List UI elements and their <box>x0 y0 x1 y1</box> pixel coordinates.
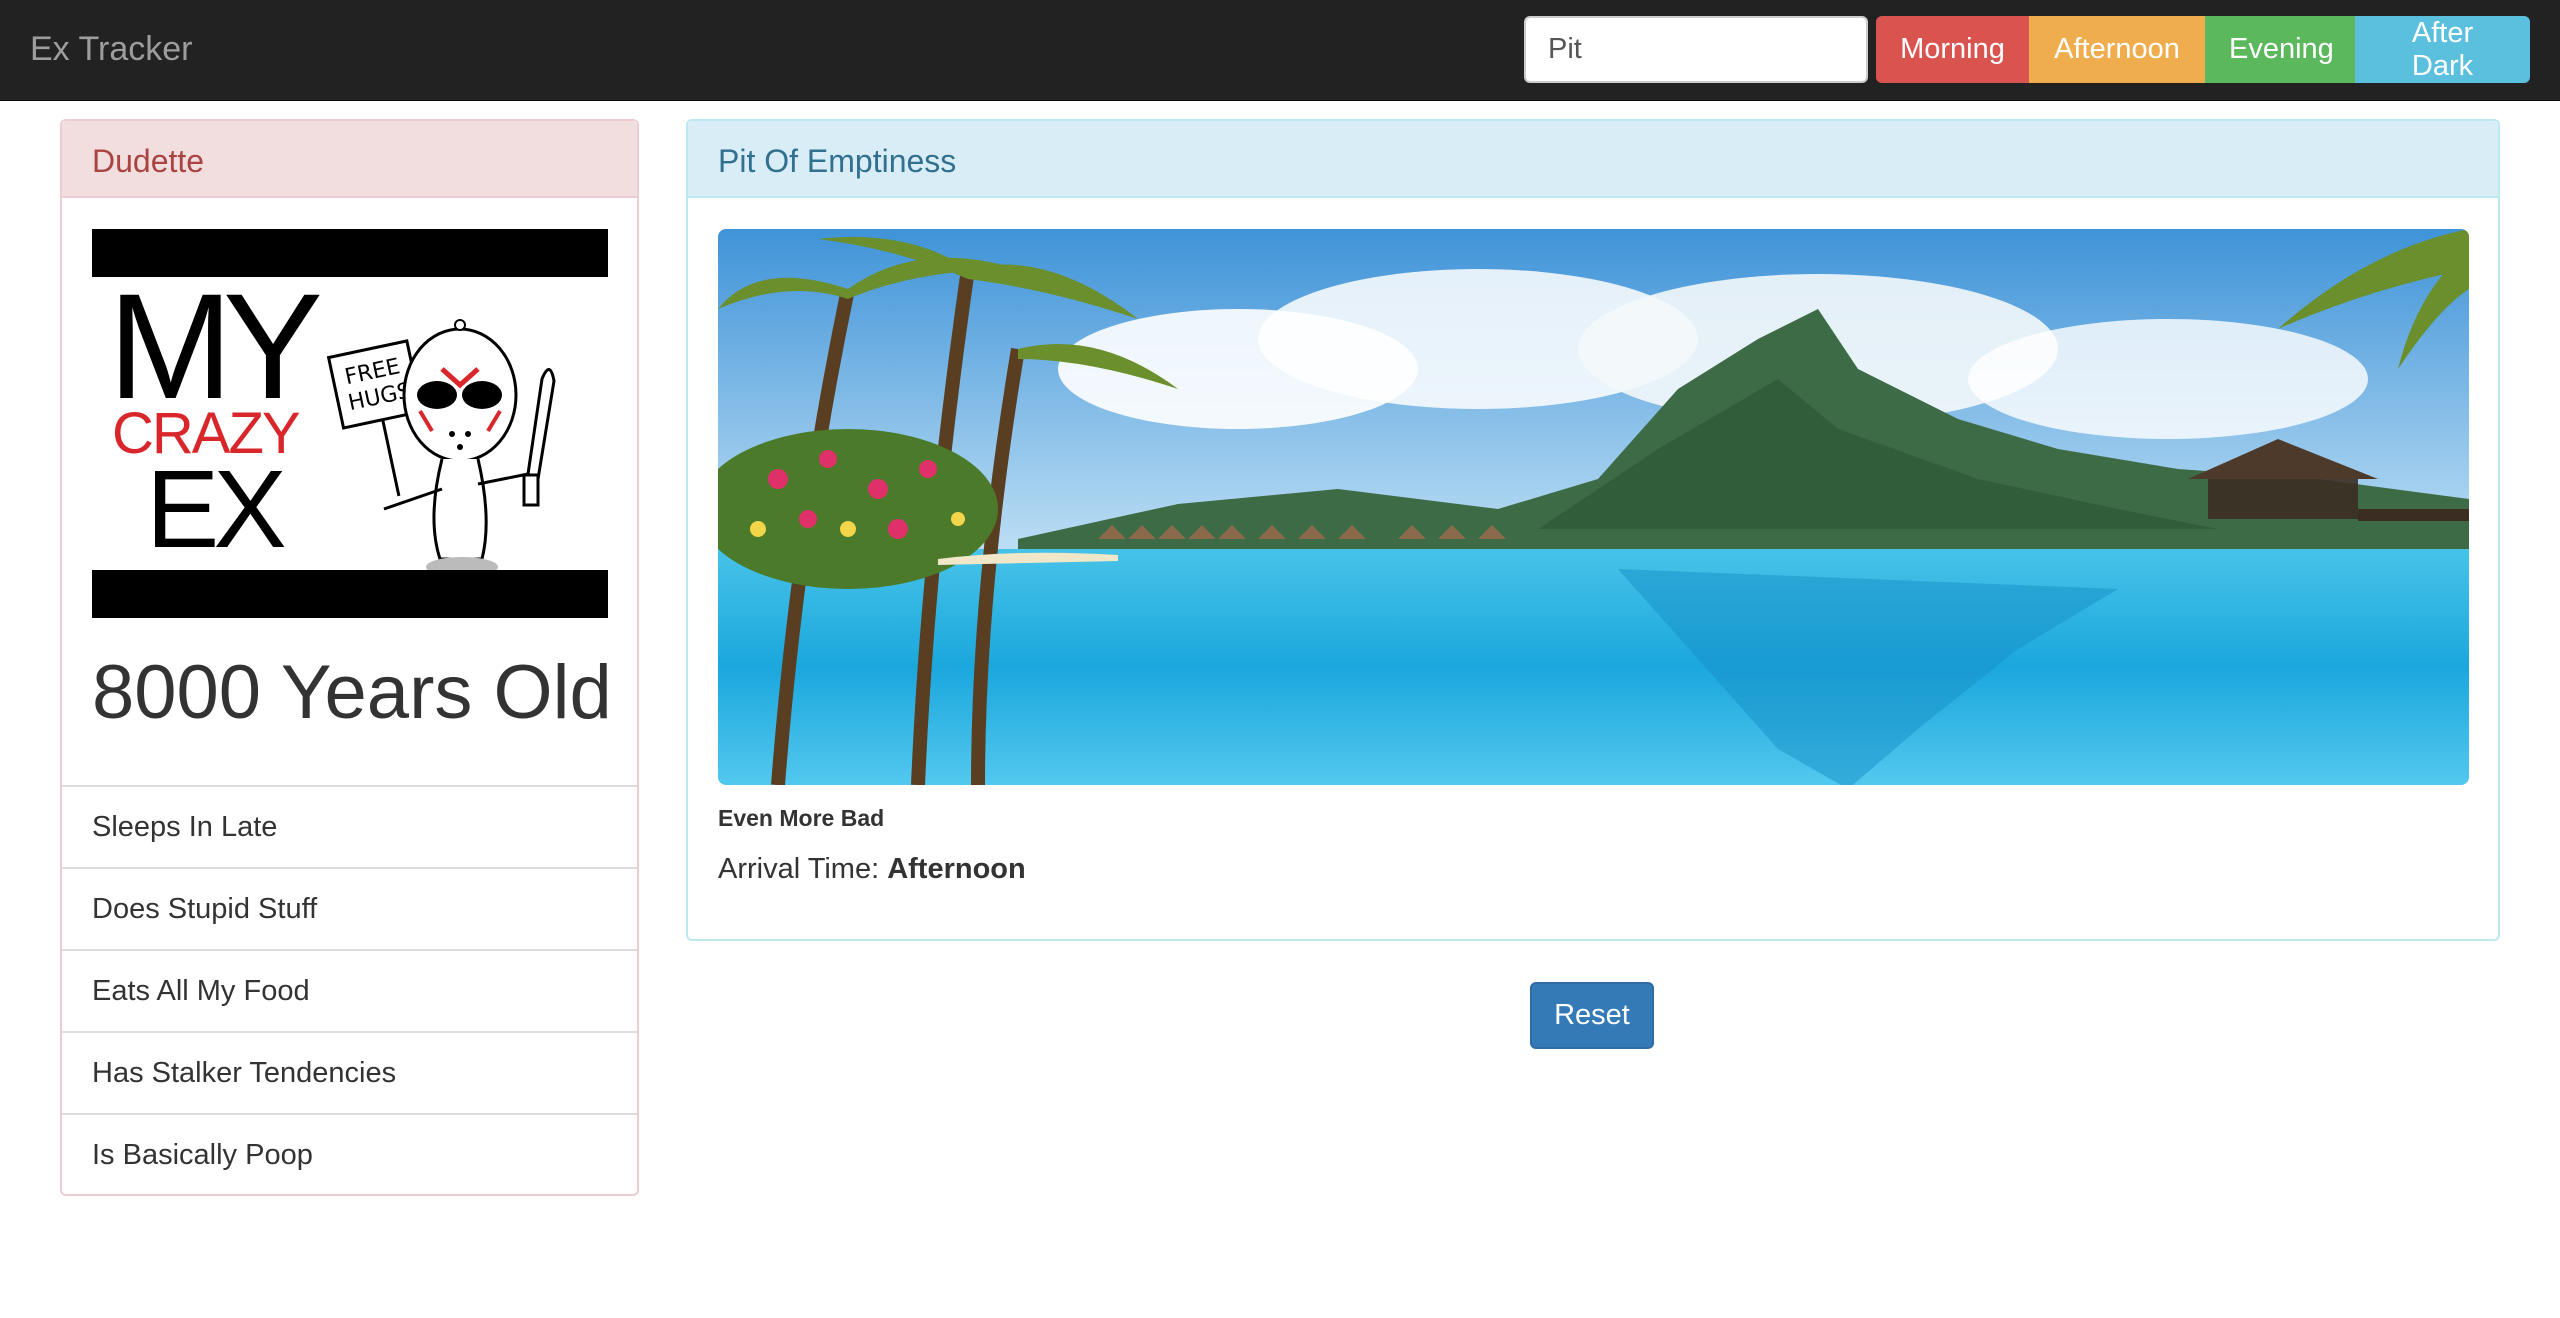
afternoon-button[interactable]: Afternoon <box>2029 16 2205 83</box>
tropical-pool-image <box>718 229 2469 785</box>
search-input[interactable] <box>1524 16 1868 83</box>
list-item: Does Stupid Stuff <box>62 867 637 949</box>
list-item: Sleeps In Late <box>62 785 637 867</box>
list-item: Is Basically Poop <box>62 1113 637 1195</box>
profile-name: Dudette <box>62 121 637 198</box>
my-crazy-ex-logo: MY CRAZY EX FREE HUGS <box>92 229 608 618</box>
list-item: Eats All My Food <box>62 949 637 1031</box>
arrival-label: Arrival Time: <box>718 853 880 885</box>
location-photo <box>718 229 2469 785</box>
arrival-value: Afternoon <box>887 853 1026 885</box>
profile-panel: Dudette MY CRAZY EX FREE HUGS 8000 Years… <box>60 119 639 1196</box>
hockey-mask-figure-icon: FREE HUGS <box>326 319 556 577</box>
after-dark-button[interactable]: After Dark <box>2355 16 2530 83</box>
logo-bar-bottom <box>92 570 608 618</box>
list-item: Has Stalker Tendencies <box>62 1031 637 1113</box>
location-panel: Pit Of Emptiness Even More Bad Arrival T… <box>686 119 2500 941</box>
location-caption: Even More Bad <box>718 805 885 831</box>
location-title: Pit Of Emptiness <box>688 121 2498 198</box>
navbar: Ex Tracker Morning Afternoon Evening Aft… <box>0 0 2560 101</box>
logo-text-my: MY <box>108 262 323 430</box>
logo-text-ex: EX <box>146 448 287 571</box>
morning-button[interactable]: Morning <box>1876 16 2029 83</box>
brand-title[interactable]: Ex Tracker <box>30 26 192 72</box>
arrival-time: Arrival Time: Afternoon <box>718 853 1026 886</box>
time-filter-group: Morning Afternoon Evening After Dark <box>1876 16 2530 83</box>
reset-button[interactable]: Reset <box>1530 982 1654 1049</box>
traits-list: Sleeps In Late Does Stupid Stuff Eats Al… <box>62 785 637 1195</box>
profile-age: 8000 Years Old <box>92 650 612 735</box>
evening-button[interactable]: Evening <box>2205 16 2355 83</box>
